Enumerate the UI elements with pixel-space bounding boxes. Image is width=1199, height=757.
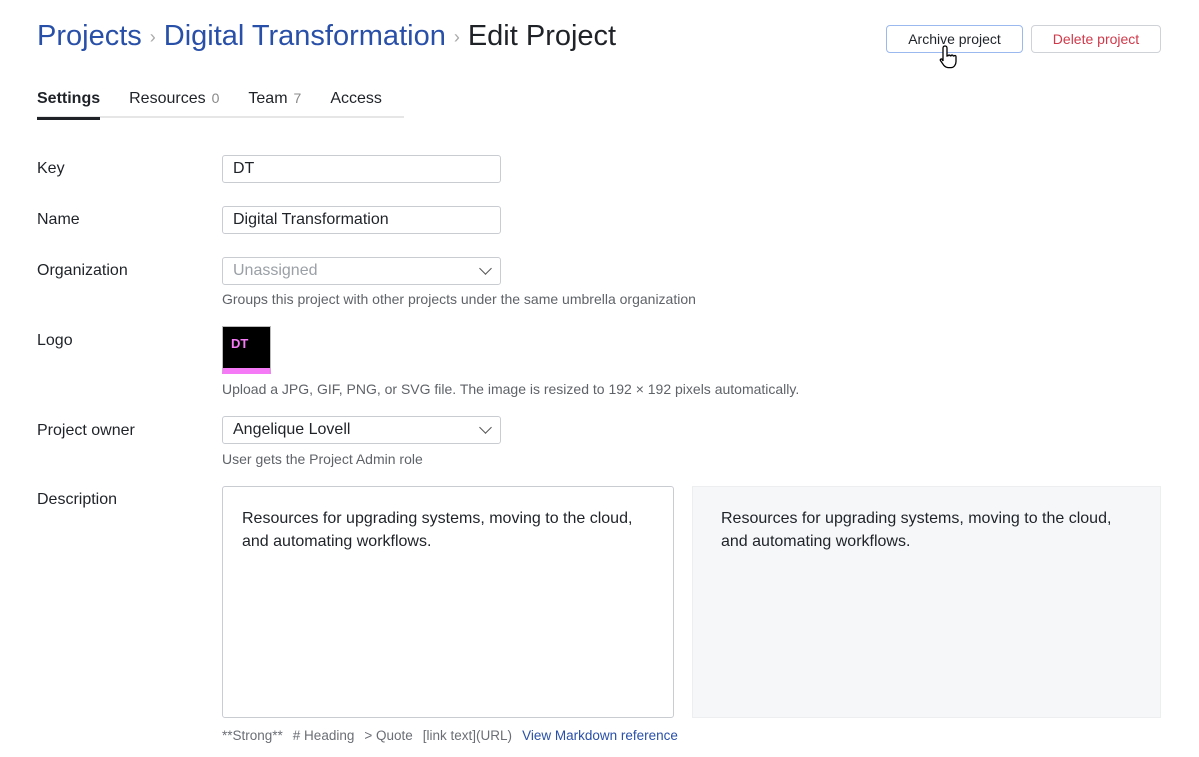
description-label: Description bbox=[37, 491, 118, 508]
breadcrumb-projects[interactable]: Projects bbox=[37, 20, 142, 52]
organization-select[interactable]: Unassigned bbox=[222, 257, 501, 285]
name-input[interactable]: Digital Transformation bbox=[222, 206, 501, 234]
chevron-down-icon bbox=[479, 421, 492, 434]
chevron-down-icon bbox=[479, 262, 492, 275]
name-label: Name bbox=[37, 211, 80, 228]
hand-cursor-icon bbox=[939, 45, 957, 69]
logo-label: Logo bbox=[37, 332, 73, 349]
logo-upload[interactable]: DT bbox=[222, 326, 271, 374]
breadcrumb-project[interactable]: Digital Transformation bbox=[164, 20, 446, 52]
description-textarea[interactable]: Resources for upgrading systems, moving … bbox=[222, 486, 674, 718]
organization-label: Organization bbox=[37, 262, 128, 279]
owner-label: Project owner bbox=[37, 422, 135, 439]
organization-help: Groups this project with other projects … bbox=[222, 291, 696, 307]
page-title: Edit Project bbox=[467, 20, 617, 52]
tab-resources[interactable]: Resources 0 bbox=[129, 90, 219, 118]
key-input[interactable]: DT bbox=[222, 155, 501, 183]
key-label: Key bbox=[37, 160, 65, 177]
tab-team[interactable]: Team 7 bbox=[248, 90, 301, 118]
tab-count: 7 bbox=[293, 90, 302, 106]
owner-help: User gets the Project Admin role bbox=[222, 451, 423, 467]
tab-count: 0 bbox=[211, 90, 220, 106]
chevron-right-icon: › bbox=[453, 26, 460, 47]
markdown-reference-link[interactable]: View Markdown reference bbox=[522, 728, 678, 743]
description-preview: Resources for upgrading systems, moving … bbox=[692, 486, 1161, 718]
tab-bar: Settings Resources 0 Team 7 Access bbox=[37, 90, 404, 120]
tab-access[interactable]: Access bbox=[330, 90, 382, 118]
delete-project-button[interactable]: Delete project bbox=[1031, 25, 1161, 53]
breadcrumb: Projects › Digital Transformation › Edit Pro… bbox=[37, 20, 616, 53]
markdown-hints: **Strong** # Heading > Quote [link text](UR… bbox=[222, 728, 678, 743]
chevron-right-icon: › bbox=[149, 26, 156, 47]
owner-select[interactable]: Angelique Lovell bbox=[222, 416, 501, 444]
logo-help: Upload a JPG, GIF, PNG, or SVG file. The… bbox=[222, 381, 800, 397]
tab-settings[interactable]: Settings bbox=[37, 90, 101, 120]
